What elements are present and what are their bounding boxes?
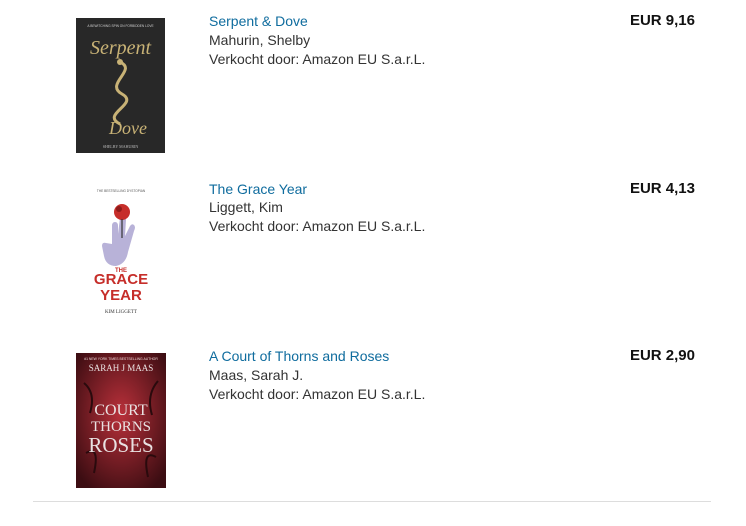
cover-author: SARAH J MAAS (89, 363, 154, 373)
order-items-list: A BEWITCHING SPIN ON FORBIDDEN LOVE Serp… (0, 0, 746, 526)
list-divider (33, 501, 711, 502)
cover-title-line3: ROSES (88, 433, 153, 457)
item-price: EUR 2,90 (629, 347, 695, 364)
cover-tagline: #1 NEW YORK TIMES BESTSELLING AUTHOR (84, 357, 158, 361)
book-cover-acotar[interactable]: #1 NEW YORK TIMES BESTSELLING AUTHOR SAR… (76, 353, 166, 488)
item-title-link[interactable]: A Court of Thorns and Roses (209, 348, 389, 364)
item-author: Maas, Sarah J. (209, 367, 304, 383)
cover-title-line1: COURT (94, 402, 147, 419)
item-seller: Verkocht door: Amazon EU S.a.r.L. (209, 386, 426, 402)
list-item: #1 NEW YORK TIMES BESTSELLING AUTHOR SAR… (0, 0, 746, 500)
